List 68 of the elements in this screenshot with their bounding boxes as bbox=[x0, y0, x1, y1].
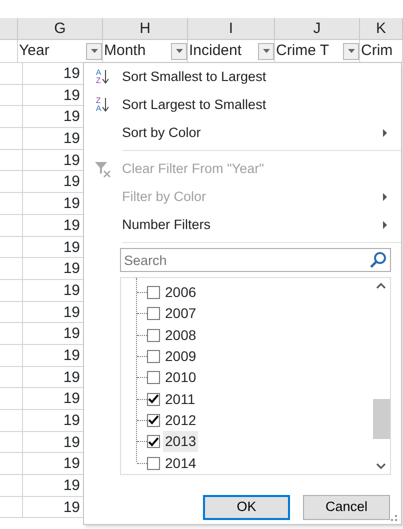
caret-icon bbox=[90, 49, 98, 53]
table-cell bbox=[0, 388, 23, 410]
scroll-down-icon[interactable] bbox=[376, 463, 386, 470]
table-cell bbox=[0, 84, 23, 106]
clear-filter-icon bbox=[93, 160, 113, 178]
checkbox[interactable] bbox=[147, 286, 160, 300]
checkbox[interactable] bbox=[147, 435, 160, 448]
column-header[interactable]: J bbox=[275, 18, 360, 40]
header-cell-text: Crime T bbox=[276, 40, 330, 61]
submenu-arrow-icon bbox=[383, 129, 387, 137]
column-header[interactable]: H bbox=[103, 18, 188, 40]
caret-icon bbox=[176, 49, 182, 53]
table-cell bbox=[0, 150, 23, 172]
table-cell bbox=[0, 344, 23, 367]
header-cell-text: Incident bbox=[189, 40, 242, 61]
list-item[interactable]: 2010 bbox=[163, 367, 198, 388]
checkbox[interactable] bbox=[147, 392, 160, 406]
table-cell bbox=[0, 302, 23, 324]
ok-button[interactable]: OK bbox=[203, 495, 290, 520]
table-cell bbox=[0, 496, 23, 518]
cancel-button[interactable]: Cancel bbox=[303, 495, 390, 520]
column-header[interactable]: G bbox=[18, 18, 103, 40]
filter-dropdown-button[interactable] bbox=[86, 42, 102, 60]
checkbox[interactable] bbox=[147, 328, 160, 342]
list-item[interactable]: 2008 bbox=[163, 324, 198, 346]
scrollbar-thumb[interactable] bbox=[372, 399, 390, 439]
column-header[interactable]: I bbox=[188, 18, 275, 40]
column-header[interactable]: K bbox=[360, 18, 403, 40]
table-cell bbox=[0, 214, 23, 236]
scroll-up-icon[interactable] bbox=[376, 282, 386, 289]
checkbox[interactable] bbox=[147, 456, 160, 470]
search-icon bbox=[369, 251, 387, 269]
table-cell bbox=[0, 128, 23, 150]
list-item[interactable]: 2007 bbox=[163, 303, 198, 324]
submenu-arrow-icon bbox=[383, 221, 387, 229]
caret-icon bbox=[348, 49, 354, 53]
table-cell bbox=[0, 171, 23, 194]
list-item[interactable]: 2013 bbox=[163, 431, 198, 452]
list-item[interactable]: 2011 bbox=[163, 388, 198, 410]
list-item[interactable]: 2012 bbox=[163, 410, 198, 431]
table-cell bbox=[0, 323, 23, 345]
search-field[interactable]: Search bbox=[120, 248, 391, 272]
checkbox[interactable] bbox=[147, 371, 160, 384]
submenu-arrow-icon bbox=[383, 193, 387, 201]
table-cell bbox=[0, 410, 23, 432]
table-cell bbox=[0, 453, 23, 476]
checkbox[interactable] bbox=[147, 414, 160, 427]
filter-dropdown-button[interactable] bbox=[171, 42, 187, 60]
header-cell-text: Crim bbox=[361, 40, 393, 61]
resize-grip-icon[interactable] bbox=[390, 514, 398, 522]
list-item[interactable]: 2014 bbox=[163, 452, 198, 474]
table-cell bbox=[0, 366, 23, 388]
table-cell bbox=[0, 106, 23, 128]
list-item[interactable]: 2009 bbox=[163, 346, 198, 368]
filter-dropdown-button[interactable] bbox=[258, 42, 274, 60]
table-cell bbox=[0, 280, 23, 302]
table-cell bbox=[0, 432, 23, 454]
table-cell bbox=[0, 475, 23, 497]
filter-dropdown-button[interactable] bbox=[343, 42, 359, 60]
header-cell-text: Month bbox=[104, 40, 146, 61]
checkbox[interactable] bbox=[147, 307, 160, 320]
table-cell bbox=[0, 236, 23, 258]
table-cell bbox=[0, 258, 23, 280]
list-item[interactable]: 2006 bbox=[163, 282, 198, 304]
caret-icon bbox=[262, 49, 270, 53]
table-cell bbox=[0, 193, 23, 215]
checkbox[interactable] bbox=[147, 350, 160, 364]
header-cell-text: Year bbox=[19, 40, 50, 61]
